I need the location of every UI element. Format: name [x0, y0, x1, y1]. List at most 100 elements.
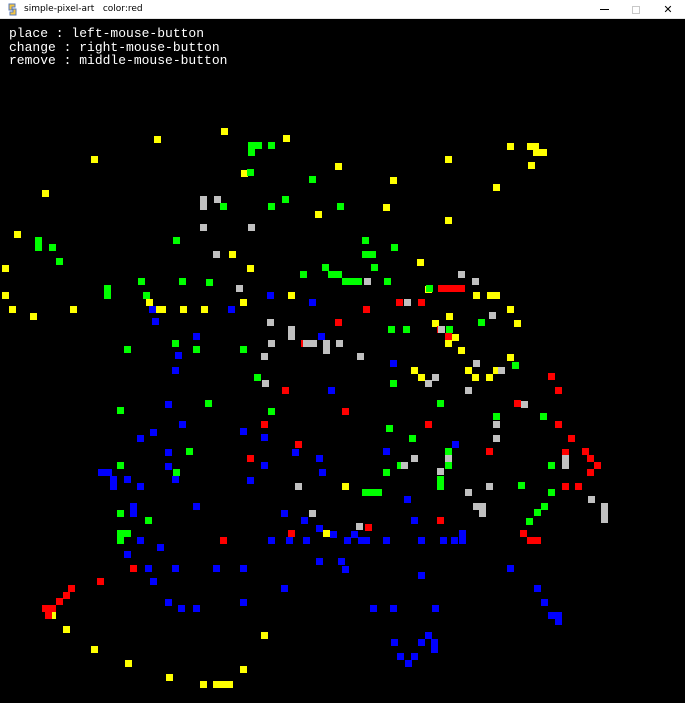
- green-pixel[interactable]: [526, 518, 533, 525]
- yellow-pixel[interactable]: [240, 666, 247, 673]
- red-pixel[interactable]: [396, 299, 403, 306]
- blue-pixel[interactable]: [328, 387, 335, 394]
- blue-pixel[interactable]: [281, 510, 288, 517]
- blue-pixel[interactable]: [165, 463, 172, 470]
- green-pixel[interactable]: [388, 326, 395, 333]
- gray-pixel[interactable]: [295, 483, 302, 490]
- blue-pixel[interactable]: [145, 565, 152, 572]
- green-pixel[interactable]: [193, 346, 200, 353]
- blue-pixel[interactable]: [281, 585, 288, 592]
- blue-pixel[interactable]: [268, 537, 275, 544]
- blue-pixel[interactable]: [344, 537, 351, 544]
- blue-pixel[interactable]: [342, 566, 349, 573]
- green-pixel[interactable]: [247, 169, 254, 176]
- gray-pixel[interactable]: [248, 224, 255, 231]
- blue-pixel[interactable]: [172, 476, 179, 483]
- yellow-pixel[interactable]: [14, 231, 21, 238]
- blue-pixel[interactable]: [193, 503, 200, 510]
- green-pixel[interactable]: [534, 509, 541, 516]
- gray-pixel[interactable]: [309, 510, 316, 517]
- gray-pixel[interactable]: [489, 312, 496, 319]
- blue-pixel[interactable]: [98, 469, 112, 476]
- red-pixel[interactable]: [445, 333, 452, 340]
- blue-pixel[interactable]: [152, 318, 159, 325]
- gray-pixel[interactable]: [465, 387, 472, 394]
- yellow-pixel[interactable]: [91, 646, 98, 653]
- green-pixel[interactable]: [371, 264, 378, 271]
- gray-pixel[interactable]: [357, 353, 364, 360]
- red-pixel[interactable]: [575, 483, 582, 490]
- blue-pixel[interactable]: [286, 537, 293, 544]
- blue-pixel[interactable]: [175, 352, 182, 359]
- yellow-pixel[interactable]: [221, 128, 228, 135]
- yellow-pixel[interactable]: [514, 320, 521, 327]
- blue-pixel[interactable]: [459, 530, 466, 544]
- gray-pixel[interactable]: [267, 319, 274, 326]
- gray-pixel[interactable]: [445, 455, 452, 462]
- gray-pixel[interactable]: [411, 455, 418, 462]
- gray-pixel[interactable]: [200, 196, 207, 210]
- yellow-pixel[interactable]: [417, 259, 424, 266]
- yellow-pixel[interactable]: [70, 306, 77, 313]
- green-pixel[interactable]: [541, 503, 548, 510]
- blue-pixel[interactable]: [292, 449, 299, 456]
- green-pixel[interactable]: [254, 374, 261, 381]
- gray-pixel[interactable]: [364, 278, 371, 285]
- green-pixel[interactable]: [328, 271, 342, 278]
- blue-pixel[interactable]: [383, 448, 390, 455]
- blue-pixel[interactable]: [411, 653, 418, 660]
- green-pixel[interactable]: [478, 319, 485, 326]
- blue-pixel[interactable]: [440, 537, 447, 544]
- blue-pixel[interactable]: [330, 531, 337, 538]
- green-pixel[interactable]: [104, 285, 111, 299]
- yellow-pixel[interactable]: [42, 190, 49, 197]
- blue-pixel[interactable]: [124, 551, 131, 558]
- blue-pixel[interactable]: [309, 299, 316, 306]
- red-pixel[interactable]: [63, 592, 70, 599]
- gray-pixel[interactable]: [236, 285, 243, 292]
- yellow-pixel[interactable]: [445, 156, 452, 163]
- green-pixel[interactable]: [446, 326, 453, 333]
- yellow-pixel[interactable]: [533, 149, 547, 156]
- blue-pixel[interactable]: [316, 525, 323, 532]
- red-pixel[interactable]: [527, 537, 541, 544]
- blue-pixel[interactable]: [137, 483, 144, 490]
- green-pixel[interactable]: [173, 469, 180, 476]
- green-pixel[interactable]: [362, 251, 376, 258]
- gray-pixel[interactable]: [262, 380, 269, 387]
- yellow-pixel[interactable]: [283, 135, 290, 142]
- green-pixel[interactable]: [426, 285, 433, 292]
- red-pixel[interactable]: [68, 585, 75, 592]
- red-pixel[interactable]: [562, 483, 569, 490]
- green-pixel[interactable]: [117, 462, 124, 469]
- yellow-pixel[interactable]: [465, 367, 472, 374]
- gray-pixel[interactable]: [200, 224, 207, 231]
- blue-pixel[interactable]: [318, 333, 325, 340]
- yellow-pixel[interactable]: [146, 299, 153, 306]
- blue-pixel[interactable]: [240, 565, 247, 572]
- yellow-pixel[interactable]: [452, 334, 459, 341]
- red-pixel[interactable]: [282, 387, 289, 394]
- yellow-pixel[interactable]: [458, 347, 465, 354]
- gray-pixel[interactable]: [214, 196, 221, 203]
- yellow-pixel[interactable]: [528, 162, 535, 169]
- green-pixel[interactable]: [49, 244, 56, 251]
- gray-pixel[interactable]: [588, 496, 595, 503]
- green-pixel[interactable]: [362, 237, 369, 244]
- green-pixel[interactable]: [255, 142, 262, 149]
- yellow-pixel[interactable]: [493, 184, 500, 191]
- blue-pixel[interactable]: [390, 360, 397, 367]
- gray-pixel[interactable]: [404, 299, 411, 306]
- blue-pixel[interactable]: [391, 639, 398, 646]
- green-pixel[interactable]: [437, 476, 444, 490]
- pixel-canvas[interactable]: place : left-mouse-button change : right…: [0, 19, 685, 703]
- yellow-pixel[interactable]: [472, 374, 479, 381]
- yellow-pixel[interactable]: [507, 354, 514, 361]
- blue-pixel[interactable]: [130, 503, 137, 517]
- gray-pixel[interactable]: [425, 380, 432, 387]
- gray-pixel[interactable]: [323, 340, 330, 354]
- blue-pixel[interactable]: [137, 435, 144, 442]
- yellow-pixel[interactable]: [323, 530, 330, 537]
- green-pixel[interactable]: [540, 413, 547, 420]
- blue-pixel[interactable]: [431, 639, 438, 653]
